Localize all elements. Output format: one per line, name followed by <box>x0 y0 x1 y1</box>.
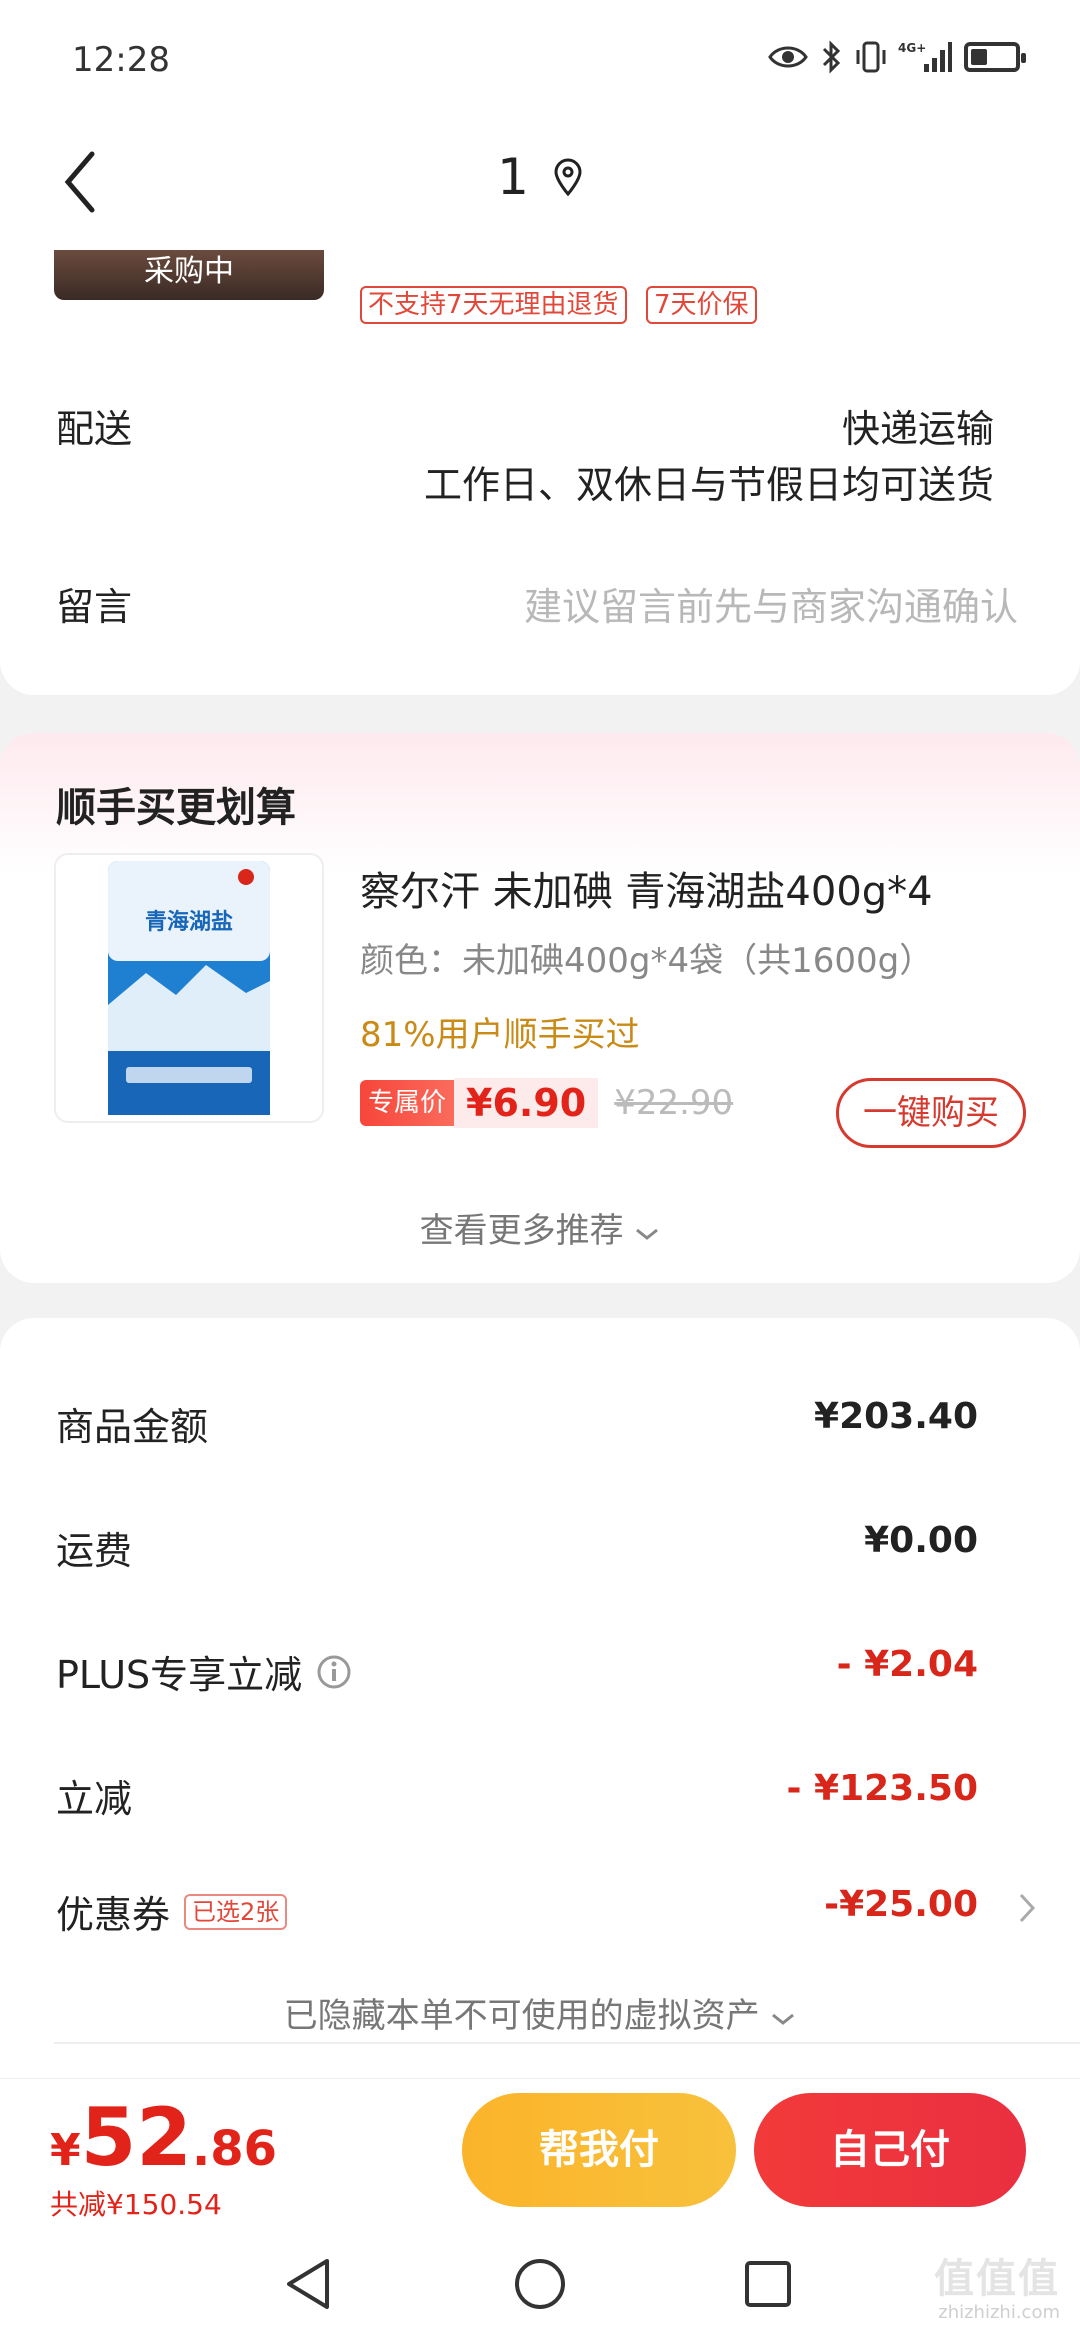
recommendation-spec: 颜色：未加碘400g*4袋（共1600g） <box>360 941 934 981</box>
shipping-value: ¥0.00 <box>864 1520 978 1561</box>
bluetooth-icon <box>820 40 844 74</box>
recommendation-title: 顺手买更划算 <box>56 785 296 831</box>
one-click-buy-button[interactable]: 一键购买 <box>836 1078 1026 1148</box>
battery-icon <box>964 40 1026 74</box>
network-type-label: 4G+ <box>898 41 926 55</box>
original-price: ¥22.90 <box>614 1083 734 1123</box>
total-amount: ¥ 52 .86 <box>50 2091 277 2184</box>
system-back-button[interactable] <box>276 2252 340 2316</box>
total-amount-decimal: .86 <box>191 2121 277 2177</box>
pay-myself-button[interactable]: 自己付 <box>754 2093 1026 2207</box>
instant-discount-value: - ¥123.50 <box>786 1768 978 1809</box>
eye-icon <box>768 40 808 74</box>
system-recents-button[interactable] <box>736 2252 800 2316</box>
delivery-label: 配送 <box>56 407 133 451</box>
plus-discount-label: PLUS专享立减 <box>56 1644 352 1699</box>
message-input[interactable]: 建议留言前先与商家沟通确认 <box>524 576 1018 631</box>
delivery-schedule[interactable]: 工作日、双休日与节假日均可送货 <box>424 454 994 509</box>
system-home-button[interactable] <box>508 2252 572 2316</box>
price-group: 专属价 ¥6.90 ¥22.90 <box>360 1078 733 1128</box>
social-proof-text: 81%用户顺手买过 <box>360 1015 640 1055</box>
package-label: 青海湖盐 <box>145 909 233 935</box>
triangle-back-icon <box>287 2259 329 2309</box>
hidden-assets-label: 已隐藏本单不可使用的虚拟资产 <box>283 1996 760 2036</box>
recommendation-product-name[interactable]: 察尔汗 未加碘 青海湖盐400g*4 <box>360 859 933 917</box>
watermark-url: zhizhizhi.com <box>938 2302 1060 2323</box>
square-recents-icon <box>745 2261 791 2307</box>
location-pin-icon[interactable] <box>553 158 583 196</box>
coupon-label-text: 优惠券 <box>56 1893 171 1937</box>
system-navigation-bar: 值值值 zhizhizhi.com <box>0 2228 1080 2340</box>
goods-amount-label-text: 商品金额 <box>56 1405 209 1449</box>
nav-bar: 1 <box>0 120 1080 250</box>
watermark-logo: 值值值 <box>934 2256 1060 2302</box>
chevron-down-icon <box>636 1228 659 1240</box>
chevron-down-icon <box>772 2013 795 2025</box>
recommendation-product-image[interactable]: 青海湖盐 <box>54 853 324 1123</box>
price-summary-card: 商品金额 ¥203.40 运费 ¥0.00 PLUS专享立减 - ¥2.04 立… <box>0 1318 1080 2078</box>
instant-discount-label: 立减 <box>56 1768 132 1823</box>
help-me-pay-button[interactable]: 帮我付 <box>462 2093 736 2207</box>
message-label: 留言 <box>56 585 133 629</box>
see-more-recommendations[interactable]: 查看更多推荐 <box>0 1203 1080 1252</box>
goods-amount-label: 商品金额 <box>56 1396 208 1451</box>
chevron-right-icon[interactable] <box>1018 1892 1036 1924</box>
shipping-label: 运费 <box>56 1520 132 1575</box>
delivery-method[interactable]: 快递运输 <box>842 398 994 453</box>
hidden-assets-toggle[interactable]: 已隐藏本单不可使用的虚拟资产 <box>0 1988 1080 2037</box>
status-icons: 4G+ <box>768 40 1026 74</box>
plus-discount-value: - ¥2.04 <box>836 1644 978 1685</box>
goods-amount-value: ¥203.40 <box>814 1396 978 1437</box>
instant-discount-label-text: 立减 <box>56 1777 133 1821</box>
plus-discount-label-text: PLUS专享立减 <box>56 1653 303 1697</box>
see-more-label: 查看更多推荐 <box>419 1211 624 1251</box>
vibrate-icon <box>856 40 886 74</box>
coupon-row[interactable]: 优惠券 已选2张 <box>56 1884 288 1939</box>
no-return-tag: 不支持7天无理由退货 <box>360 286 627 324</box>
total-amount-integer: 52 <box>80 2091 192 2184</box>
order-detail-card: 采购中 不支持7天无理由退货 7天价保 配送 快递运输 工作日、双休日与节假日均… <box>0 250 1080 695</box>
page-title: 1 <box>497 148 529 206</box>
product-thumbnail[interactable]: 采购中 <box>54 250 324 300</box>
exclusive-price: ¥6.90 <box>454 1078 599 1128</box>
recommendation-card: 顺手买更划算 青海湖盐 察尔汗 未加碘 青海湖盐400g*4 颜色：未加碘400… <box>0 733 1080 1283</box>
shipping-label-text: 运费 <box>56 1529 133 1573</box>
payment-bar: ¥ 52 .86 共减¥150.54 帮我付 自己付 <box>0 2078 1080 2228</box>
status-time: 12:28 <box>72 40 170 80</box>
price-protect-tag: 7天价保 <box>646 286 757 324</box>
circle-home-icon <box>515 2259 565 2309</box>
info-icon[interactable] <box>316 1654 352 1690</box>
coupon-selected-badge: 已选2张 <box>184 1893 288 1930</box>
coupon-value[interactable]: -¥25.00 <box>824 1884 978 1925</box>
exclusive-price-badge: 专属价 <box>360 1080 455 1126</box>
purchasing-overlay-label: 采购中 <box>144 254 234 289</box>
status-bar: 12:28 4G+ <box>0 0 1080 120</box>
divider <box>54 2042 1080 2044</box>
total-saved[interactable]: 共减¥150.54 <box>50 2183 222 2223</box>
signal-icon: 4G+ <box>898 40 952 74</box>
total-currency: ¥ <box>50 2125 81 2176</box>
